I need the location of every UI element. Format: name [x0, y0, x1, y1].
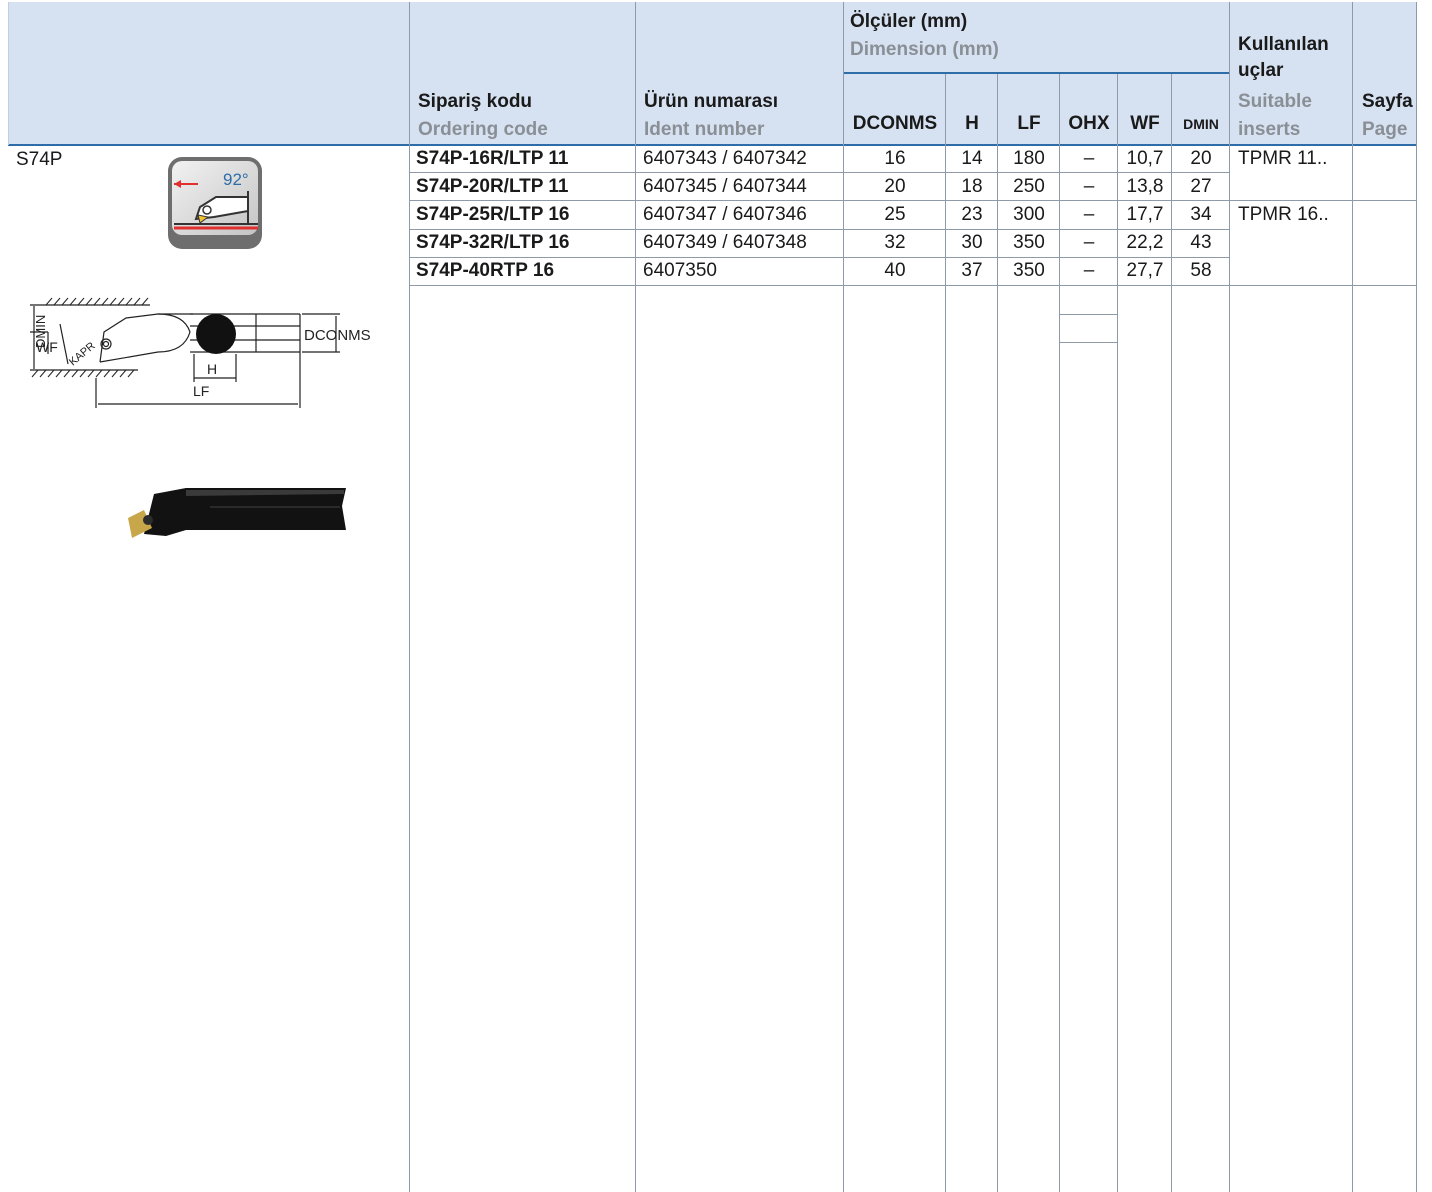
- h-value: 30: [961, 232, 983, 253]
- row-divider: [1059, 314, 1117, 315]
- h-value: 23: [961, 204, 983, 225]
- svg-text:KAPR: KAPR: [67, 340, 98, 368]
- header-col-dmin: DMIN: [1183, 116, 1219, 132]
- ohx-value: –: [1083, 148, 1095, 169]
- h-value: 18: [961, 176, 983, 197]
- h-value: 37: [961, 260, 983, 281]
- catalog-page: Sipariş kodu Ordering code Ürün numarası…: [0, 0, 1432, 1192]
- ohx-value: –: [1083, 232, 1095, 253]
- header-col-dconms: DCONMS: [852, 113, 938, 134]
- row-divider: [409, 285, 1416, 286]
- svg-text:92°: 92°: [223, 170, 249, 189]
- ident-number: 6407343 / 6407342: [643, 148, 807, 169]
- dconms-value: 20: [884, 176, 906, 197]
- header-ordering-code-en: Ordering code: [418, 119, 548, 140]
- header-col-lf: LF: [1017, 113, 1041, 134]
- ordering-code: S74P-20R/LTP 11: [416, 176, 569, 197]
- dmin-value: 34: [1190, 204, 1212, 225]
- header-col-h: H: [965, 113, 979, 134]
- ohx-value: –: [1083, 260, 1095, 281]
- ident-number: 6407350: [643, 260, 717, 281]
- section-title: S74P: [16, 149, 63, 170]
- header-ident-number-tr: Ürün numarası: [644, 91, 779, 112]
- suitable-insert: TPMR 16..: [1238, 204, 1329, 225]
- header-page-tr: Sayfa: [1362, 91, 1413, 112]
- svg-text:LF: LF: [193, 383, 209, 399]
- dmin-value: 43: [1190, 232, 1212, 253]
- header-dimensions-en: Dimension (mm): [850, 39, 999, 60]
- suitable-insert: TPMR 11..: [1238, 148, 1328, 169]
- dconms-value: 40: [884, 260, 906, 281]
- wf-value: 13,8: [1126, 176, 1164, 197]
- svg-text:H: H: [207, 361, 217, 377]
- col-divider: [8, 2, 9, 145]
- ident-number: 6407347 / 6407346: [643, 204, 807, 225]
- ordering-code: S74P-32R/LTP 16: [416, 232, 570, 253]
- lf-value: 300: [1013, 204, 1045, 225]
- dconms-value: 16: [884, 148, 906, 169]
- ohx-value: –: [1083, 176, 1095, 197]
- ohx-value: –: [1083, 204, 1095, 225]
- h-value: 14: [961, 148, 983, 169]
- ident-number: 6407349 / 6407348: [643, 232, 807, 253]
- col-divider: [1352, 2, 1353, 1192]
- dmin-value: 20: [1190, 148, 1212, 169]
- dmin-value: 27: [1190, 176, 1212, 197]
- boring-bar-photo: [128, 488, 346, 538]
- tool-dimension-drawing: DMIN WF KAPR H LF DCONMS: [30, 297, 371, 408]
- wf-value: 17,7: [1126, 204, 1164, 225]
- lf-value: 350: [1013, 260, 1045, 281]
- lf-value: 250: [1013, 176, 1045, 197]
- ident-number: 6407345 / 6407344: [643, 176, 807, 197]
- col-divider: [1416, 2, 1417, 1192]
- header-inserts-tr: Kullanılan uçlar: [1238, 34, 1329, 81]
- wf-value: 27,7: [1126, 260, 1164, 281]
- col-divider: [409, 2, 410, 1192]
- lf-value: 180: [1013, 148, 1045, 169]
- dimensions-group-underline: [844, 72, 1230, 74]
- header-col-ohx: OHX: [1068, 113, 1110, 134]
- header-inserts-en: Suitable inserts: [1238, 91, 1312, 140]
- header-dimensions-tr: Ölçüler (mm): [850, 11, 968, 32]
- lf-value: 350: [1013, 232, 1045, 253]
- row-divider: [1059, 342, 1117, 343]
- svg-text:WF: WF: [36, 339, 58, 355]
- ordering-code: S74P-16R/LTP 11: [416, 148, 569, 169]
- header-ordering-code-tr: Sipariş kodu: [418, 91, 533, 112]
- header-col-wf: WF: [1130, 113, 1160, 134]
- dmin-value: 58: [1190, 260, 1212, 281]
- dconms-value: 25: [884, 204, 906, 225]
- ordering-code: S74P-40RTP 16: [416, 260, 555, 281]
- header-ident-number-en: Ident number: [644, 119, 765, 140]
- dconms-value: 32: [884, 232, 906, 253]
- internal-turning-icon: 92°: [168, 157, 262, 249]
- header-page-en: Page: [1362, 119, 1408, 140]
- ordering-code: S74P-25R/LTP 16: [416, 204, 570, 225]
- wf-value: 22,2: [1126, 232, 1164, 253]
- svg-text:DCONMS: DCONMS: [304, 327, 371, 344]
- wf-value: 10,7: [1126, 148, 1164, 169]
- col-divider: [635, 2, 636, 1192]
